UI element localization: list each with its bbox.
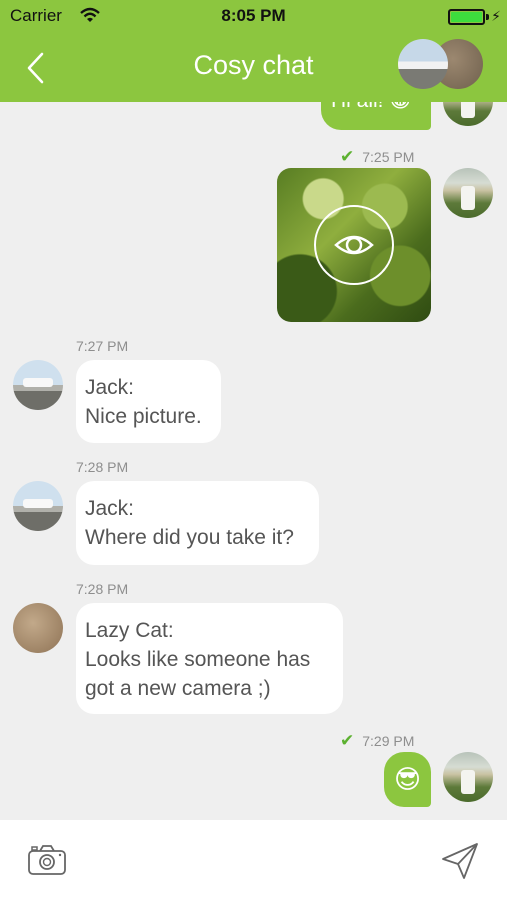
status-bar: Carrier 8:05 PM ⚡ [0, 0, 507, 32]
message-time: 7:28 PM [76, 459, 129, 475]
sender-name: Jack: [85, 376, 135, 399]
message-text: Where did you take it? [85, 526, 294, 549]
battery-tip [486, 14, 489, 20]
eye-icon [334, 235, 374, 255]
message-time: 7:28 PM [76, 581, 129, 597]
charging-bolt-icon: ⚡ [491, 8, 501, 24]
incoming-message-bubble[interactable]: Jack: Nice picture. [76, 360, 221, 443]
participant-avatar-jack[interactable] [398, 39, 448, 89]
view-image-button[interactable] [314, 205, 394, 285]
sender-name: Lazy Cat: [85, 619, 174, 642]
message-text-line: Looks like someone has [85, 648, 311, 671]
my-avatar [443, 752, 493, 802]
composer-bar [0, 820, 507, 900]
outgoing-message-bubble[interactable]: 😎 [384, 752, 431, 807]
camera-icon[interactable] [27, 844, 67, 876]
avatar-jack[interactable] [13, 481, 63, 531]
avatar-lazy-cat[interactable] [13, 603, 63, 653]
message-time: ✔ 7:25 PM [340, 147, 415, 166]
incoming-message-bubble[interactable]: Lazy Cat: Looks like someone has got a n… [76, 603, 343, 714]
message-text: 😎 [393, 764, 422, 794]
send-icon[interactable] [440, 842, 480, 880]
image-message[interactable] [277, 168, 431, 322]
message-text-line: got a new camera ;) [85, 677, 271, 700]
my-avatar [443, 168, 493, 218]
message-time: 7:27 PM [76, 338, 129, 354]
message-text: Nice picture. [85, 405, 202, 428]
app-header: Carrier 8:05 PM ⚡ Cosy chat [0, 0, 507, 102]
clock: 8:05 PM [221, 6, 286, 25]
read-check-icon: ✔ [340, 147, 355, 166]
read-check-icon: ✔ [340, 731, 355, 750]
incoming-message-bubble[interactable]: Jack: Where did you take it? [76, 481, 319, 565]
battery-icon [448, 9, 485, 25]
navigation-bar: Cosy chat [0, 32, 507, 102]
sender-name: Jack: [85, 497, 135, 520]
avatar-jack[interactable] [13, 360, 63, 410]
message-time: ✔ 7:29 PM [340, 731, 415, 750]
